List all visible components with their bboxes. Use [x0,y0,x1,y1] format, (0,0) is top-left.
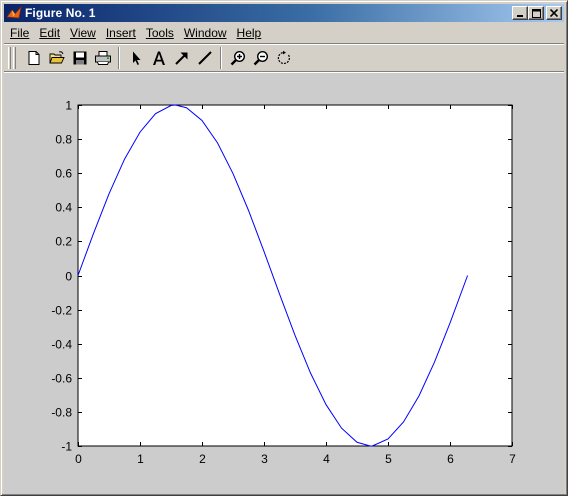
x-tick-label: 7 [509,452,516,466]
insert-text-button[interactable] [147,47,170,69]
close-icon [550,9,558,17]
insert-arrow-button[interactable] [170,47,193,69]
y-tick-label: 0.8 [55,133,72,147]
y-tick-label: -0.6 [51,372,72,386]
y-tick-label: 0.4 [55,201,72,215]
menu-edit[interactable]: Edit [34,26,65,40]
menu-bar: File Edit View Insert Tools Window Help [4,23,564,42]
insert-line-button[interactable] [193,47,216,69]
new-figure-icon [28,51,39,65]
print-button[interactable] [91,47,114,69]
insert-line-icon [197,51,212,65]
menu-help[interactable]: Help [232,26,267,40]
menu-edit-label: Edit [39,25,61,40]
x-tick-label: 6 [447,452,454,466]
toolbar-separator-2 [220,47,222,69]
axes-box [77,104,513,447]
x-tick-label: 3 [261,452,268,466]
minimize-icon [517,15,523,17]
toolbar-grip-2[interactable] [13,47,16,69]
new-figure-button[interactable] [22,47,45,69]
zoom-in-icon [230,50,245,66]
toolbar [4,43,564,73]
window-controls [512,6,562,20]
x-tick-label: 0 [75,452,82,466]
y-tick-label: 0.6 [55,167,72,181]
window-title: Figure No. 1 [25,6,96,20]
zoom-out-icon [253,50,268,66]
y-tick-label: -1 [61,440,72,454]
toolbar-grip[interactable] [8,47,11,69]
menu-window[interactable]: Window [179,26,232,40]
figure-canvas[interactable]: 0 1 2 3 4 5 6 7 1 0.8 0.6 0.4 0.2 0 -0.2 -0.4 -0.6 -0.8 -1 [4,73,564,494]
matlab-logo-icon [6,5,22,19]
menu-insert[interactable]: Insert [101,26,141,40]
menu-file-label: File [10,25,30,40]
y-tick-label: 1 [65,99,72,113]
menu-tools[interactable]: Tools [141,26,179,40]
menu-help-label: Help [236,25,262,40]
rotate-3d-icon [277,50,290,65]
y-tick-label: -0.2 [51,304,72,318]
print-icon [94,51,111,65]
figure-window: Figure No. 1 File Edit View Insert Tools… [0,0,568,496]
rotate-3d-button[interactable] [272,47,295,69]
toolbar-separator [118,47,120,69]
save-button[interactable] [68,47,91,69]
menu-tools-label: Tools [145,25,174,40]
maximize-icon [531,8,541,18]
menu-window-label: Window [183,25,227,40]
x-tick-label: 5 [385,452,392,466]
edit-plot-arrow-icon [132,51,140,65]
y-tick-label: 0.2 [55,235,72,249]
close-button[interactable] [546,6,562,20]
save-icon [73,51,86,65]
y-tick-label: -0.8 [51,406,72,420]
insert-text-icon [152,51,165,65]
zoom-out-button[interactable] [249,47,272,69]
insert-arrow-icon [174,52,187,65]
menu-insert-label: Insert [105,25,136,40]
title-bar[interactable]: Figure No. 1 [4,4,564,22]
x-tick-label: 4 [323,452,330,466]
open-file-button[interactable] [45,47,68,69]
zoom-in-button[interactable] [226,47,249,69]
x-tick-label: 2 [199,452,206,466]
menu-view-label: View [70,25,96,40]
y-tick-label: 0 [65,270,72,284]
axes-plot[interactable]: 0 1 2 3 4 5 6 7 1 0.8 0.6 0.4 0.2 0 -0.2 -0.4 -0.6 -0.8 -1 [4,73,564,494]
minimize-button[interactable] [512,6,528,20]
menu-view[interactable]: View [65,26,101,40]
x-tick-label: 1 [137,452,144,466]
maximize-button[interactable] [528,6,544,20]
menu-file[interactable]: File [4,26,34,40]
open-file-icon [48,51,65,64]
edit-plot-button[interactable] [124,47,147,69]
y-tick-label: -0.4 [51,338,72,352]
